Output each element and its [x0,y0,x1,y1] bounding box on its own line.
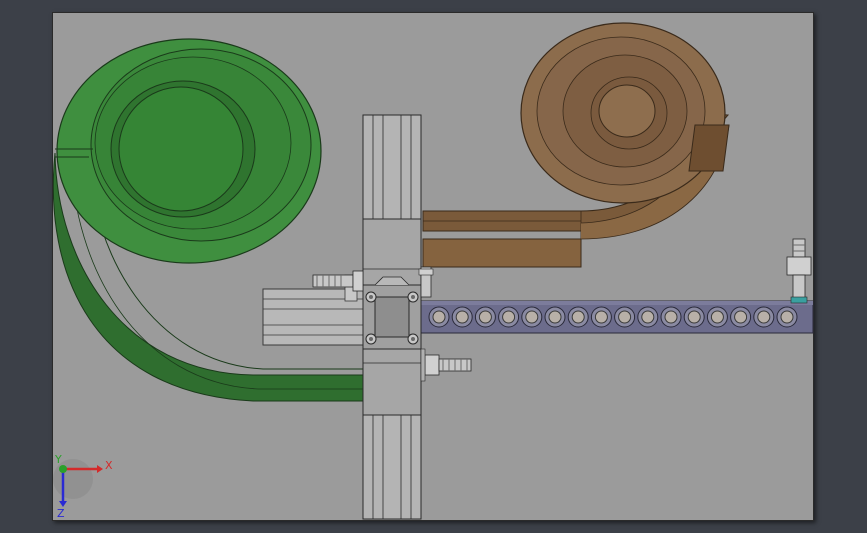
conveyor-roller-hub [687,310,701,324]
guide-rail-lower [362,414,422,520]
conveyor-roller-hub [502,310,516,324]
model-canvas[interactable]: X Y Z [52,12,814,521]
conveyor-roller-hub [641,310,655,324]
triad-z-label: Z [57,507,65,520]
conveyor-roller-hub [478,310,492,324]
coordinate-triad: X Y Z [53,453,113,520]
triad-y-axis-dot [59,465,67,473]
conveyor-roller-hub [618,310,632,324]
conveyor-roller-hub [757,310,771,324]
vertical-guide-rail[interactable] [362,114,422,520]
guide-rail-upper [362,114,422,220]
green-spiral-feeder-bowl[interactable] [53,38,364,402]
roller-conveyor[interactable] [420,300,814,334]
green-bowl-floor [118,86,244,212]
brown-chute-block [688,124,730,172]
conveyor-roller-hub [664,310,678,324]
conveyor-roller-hub [525,310,539,324]
conveyor-top-edge [421,301,813,305]
center-adjusting-bolt [420,348,472,382]
right-adjusting-bolt [786,238,812,304]
conveyor-roller-hub [594,310,608,324]
conveyor-roller-hub [710,310,724,324]
conveyor-roller-hub [780,310,794,324]
graphics-viewport[interactable]: X Y Z [0,0,867,533]
brown-spiral-feeder-bowl[interactable] [422,22,730,268]
brown-chute-lower [422,238,582,268]
conveyor-roller-hub [432,310,446,324]
conveyor-stop-bolt [418,266,434,298]
triad-y-label: Y [54,453,62,466]
conveyor-roller-hub [571,310,585,324]
conveyor-roller-hub [455,310,469,324]
triad-x-arrow [97,465,103,473]
cad-model-drawing[interactable]: X Y Z [53,13,815,522]
triad-x-label: X [105,459,113,472]
conveyor-roller-hub [734,310,748,324]
left-adjusting-bolt [312,270,364,292]
mounting-plate-cross [374,296,410,338]
conveyor-roller-hub [548,310,562,324]
brown-bowl-center [598,84,656,138]
